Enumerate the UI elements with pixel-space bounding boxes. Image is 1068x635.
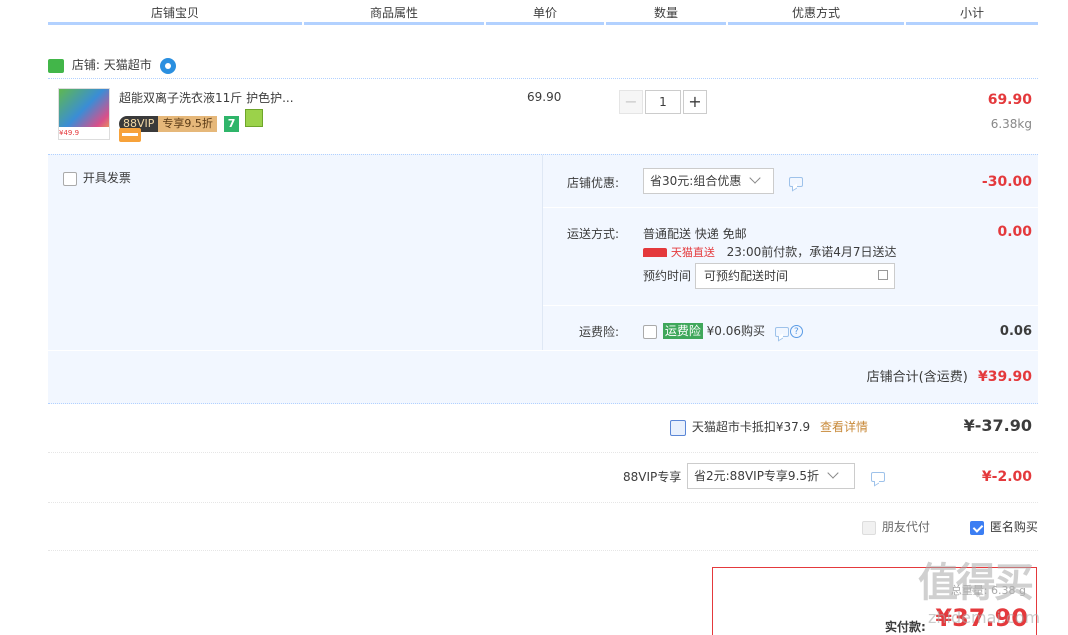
card-deduct-row: 天猫超市卡抵扣¥37.9 查看详情 — [670, 419, 868, 436]
friend-pay-label: 朋友代付 — [881, 520, 930, 534]
shipping-method: 普通配送 快递 免邮 — [643, 227, 747, 241]
thumb-price: ¥49.9 — [59, 127, 109, 139]
badge-discount: 专享9.5折 — [158, 116, 217, 132]
invoice-label: 开具发票 — [82, 171, 131, 185]
insurance-row: 运费险 ¥0.06购买 ? — [643, 323, 803, 339]
chevron-down-icon — [749, 172, 761, 184]
store-discount-value: 省30元:组合优惠 — [650, 174, 742, 188]
quantity-stepper: − 1 + — [619, 90, 707, 114]
message-icon[interactable] — [774, 326, 789, 337]
tmall-direct-label: 天猫直送 — [670, 246, 715, 259]
chat-icon[interactable] — [159, 57, 176, 74]
store-name[interactable]: 天猫超市 — [104, 58, 152, 72]
panel-divider — [543, 305, 1038, 306]
store-row: 店铺: 天猫超市 — [48, 56, 176, 74]
store-total-label: 店铺合计(含运费) — [866, 370, 968, 385]
store-total-row: 店铺合计(含运费) ¥39.90 — [867, 368, 1032, 386]
card-deduct-details-link[interactable]: 查看详情 — [820, 420, 868, 434]
col-header-promo: 优惠方式 — [728, 0, 904, 25]
anonymous-option[interactable]: 匿名购买 — [970, 519, 1038, 535]
store-discount-message[interactable] — [789, 176, 803, 190]
card-deduct-amount: ¥-37.90 — [963, 416, 1032, 435]
vip-message[interactable] — [871, 471, 885, 485]
col-header-attr: 商品属性 — [304, 0, 484, 25]
item-weight: 6.38kg — [990, 117, 1032, 131]
qty-plus-button[interactable]: + — [683, 90, 707, 114]
store-discount-label: 店铺优惠: — [567, 176, 620, 190]
cart-header: 店铺宝贝 商品属性 单价 数量 优惠方式 小计 — [48, 0, 1038, 26]
message-icon — [871, 472, 885, 482]
tmall-store-icon — [48, 58, 64, 73]
chevron-down-icon — [827, 467, 839, 479]
friend-pay-option[interactable]: 朋友代付 — [862, 519, 930, 535]
friend-pay-checkbox[interactable] — [862, 520, 876, 535]
product-title[interactable]: 超能双离子洗衣液11斤 护色护... — [119, 89, 294, 106]
shipping-promise-row: 天猫直送 23:00前付款，承诺4月7日送达 — [643, 245, 897, 259]
shipping-label: 运送方式: — [567, 227, 620, 241]
message-icon — [789, 177, 803, 187]
col-header-price: 单价 — [486, 0, 604, 25]
divider — [48, 550, 1038, 551]
delivery-promise: 23:00前付款，承诺4月7日送达 — [726, 245, 897, 259]
store-discount-amount: -30.00 — [981, 174, 1032, 190]
qty-minus-button[interactable]: − — [619, 90, 643, 114]
insurance-tag: 运费险 — [662, 323, 703, 339]
col-header-item: 店铺宝贝 — [48, 0, 302, 25]
tmall-direct-icon — [643, 248, 667, 257]
invoice-checkbox[interactable] — [63, 171, 77, 186]
card-pay-icon — [119, 128, 141, 142]
pay-label: 实付款: — [885, 620, 926, 634]
card-deduct-checkbox[interactable] — [670, 419, 686, 436]
col-header-qty: 数量 — [606, 0, 726, 25]
qty-input[interactable]: 1 — [645, 90, 681, 114]
insurance-price: ¥0.06购买 — [706, 324, 766, 338]
watermark-domain: zhidemai.com — [928, 608, 1041, 627]
insurance-label: 运费险: — [579, 325, 620, 339]
calendar-icon — [878, 270, 888, 280]
card-deduct-label: 天猫超市卡抵扣¥37.9 — [691, 420, 811, 434]
divider — [48, 78, 1038, 79]
insurance-checkbox[interactable] — [643, 324, 657, 339]
badge-7day-return: 7 — [223, 116, 240, 132]
reserve-time-input[interactable]: 可预约配送时间 — [695, 263, 895, 289]
reserve-time-label: 预约时间 — [643, 269, 692, 283]
product-thumbnail[interactable]: ¥49.9 — [58, 88, 110, 140]
vip-amount: ¥-2.00 — [981, 469, 1032, 485]
anonymous-checkbox[interactable] — [970, 520, 984, 535]
unit-price: 69.90 — [527, 90, 562, 104]
invoice-option[interactable]: 开具发票 — [63, 170, 131, 186]
vip-label: 88VIP专享 — [623, 470, 682, 484]
store-discount-select[interactable]: 省30元:组合优惠 — [643, 168, 774, 194]
item-subtotal: 69.90 — [987, 92, 1032, 108]
divider — [48, 452, 1038, 453]
vip-discount-select[interactable]: 省2元:88VIP专享9.5折 — [687, 463, 855, 489]
panel-divider — [543, 207, 1038, 208]
insurance-amount: 0.06 — [999, 324, 1032, 339]
store-total-amount: ¥39.90 — [977, 369, 1032, 385]
reserve-time-placeholder: 可预约配送时间 — [704, 269, 789, 283]
vip-discount-value: 省2元:88VIP专享9.5折 — [694, 469, 820, 483]
panel-divider — [542, 155, 543, 350]
shipping-amount: 0.00 — [997, 224, 1032, 240]
col-header-subtotal: 小计 — [906, 0, 1038, 25]
anonymous-label: 匿名购买 — [989, 520, 1038, 534]
divider — [48, 502, 1038, 503]
badge-guarantee-icon — [245, 109, 264, 127]
store-label: 店铺: — [71, 58, 100, 72]
watermark-logo: 值得买 — [918, 560, 1034, 606]
panel-divider — [48, 350, 1038, 351]
product-badges: 88VIP 专享9.5折 7 — [119, 109, 264, 132]
help-icon[interactable]: ? — [789, 325, 803, 338]
